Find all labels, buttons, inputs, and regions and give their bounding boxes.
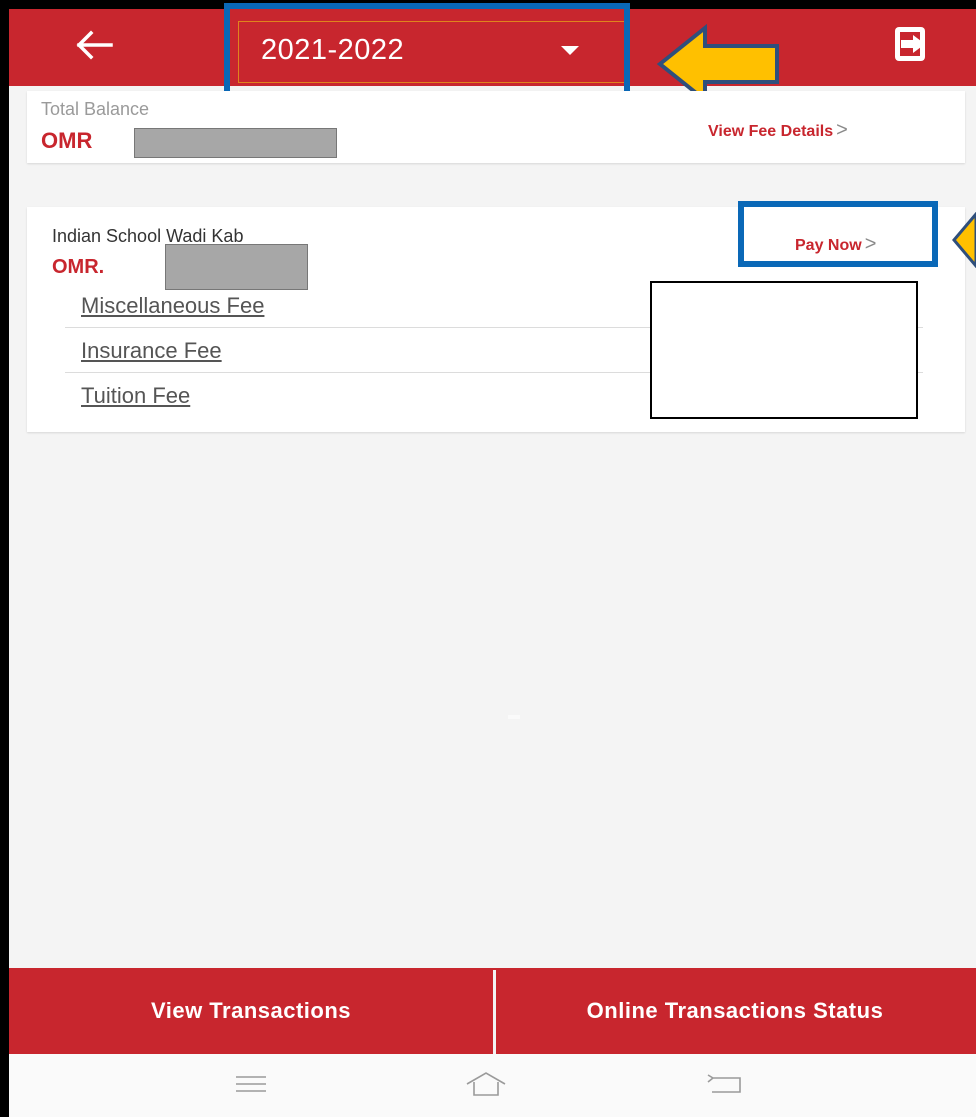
view-fee-details-link[interactable]: View Fee Details > bbox=[708, 119, 848, 142]
screen-frame bbox=[0, 0, 976, 1117]
logout-icon[interactable] bbox=[889, 23, 935, 67]
back-icon[interactable] bbox=[704, 1072, 744, 1096]
redacted-amount bbox=[134, 128, 337, 158]
home-icon[interactable] bbox=[464, 1070, 508, 1098]
redacted-fee-amounts bbox=[650, 281, 918, 419]
loading-indicator bbox=[508, 715, 520, 719]
fee-label: Insurance Fee bbox=[81, 338, 222, 363]
online-transactions-status-button[interactable]: Online Transactions Status bbox=[496, 968, 974, 1054]
school-amount-currency: OMR. bbox=[52, 256, 105, 278]
back-arrow-icon[interactable] bbox=[71, 23, 117, 67]
total-balance-label: Total Balance bbox=[41, 99, 150, 119]
bottom-action-bar: View Transactions Online Transactions St… bbox=[9, 968, 976, 1054]
menu-icon[interactable] bbox=[234, 1074, 268, 1094]
view-fee-details-label: View Fee Details bbox=[708, 123, 834, 140]
system-nav-bar bbox=[9, 1054, 976, 1117]
fee-label: Miscellaneous Fee bbox=[81, 293, 265, 318]
total-balance-currency: OMR bbox=[41, 128, 93, 153]
dropdown-highlight-box bbox=[224, 3, 630, 97]
fee-label: Tuition Fee bbox=[81, 383, 191, 408]
chevron-right-icon: > bbox=[836, 119, 848, 141]
view-transactions-button[interactable]: View Transactions bbox=[9, 968, 493, 1054]
pay-now-highlight-box bbox=[738, 201, 938, 267]
pointer-arrow-icon bbox=[952, 212, 976, 268]
redacted-amount bbox=[165, 244, 308, 290]
